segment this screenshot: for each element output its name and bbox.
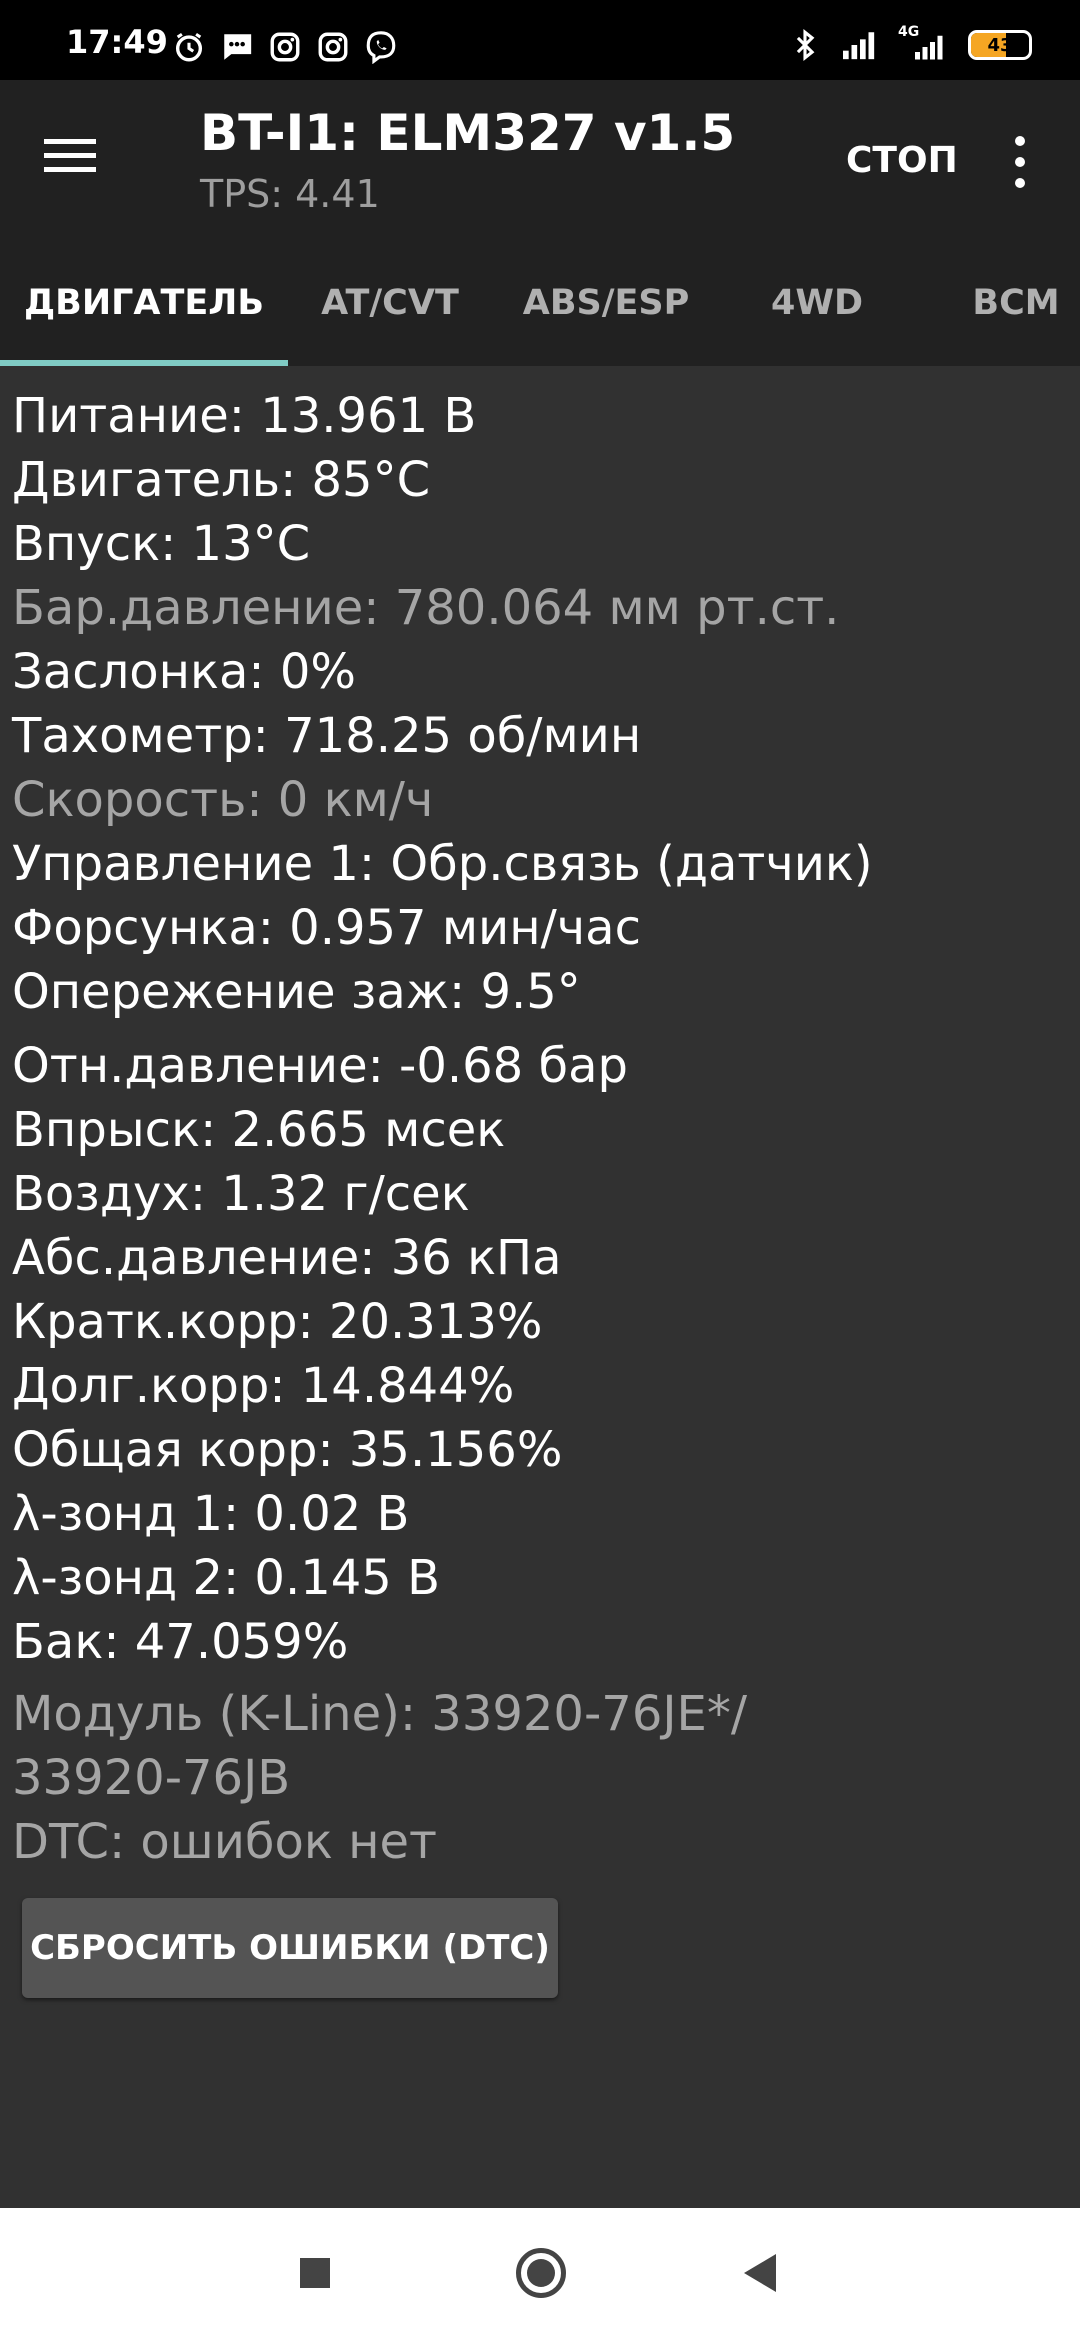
home-icon[interactable] [516, 2248, 566, 2298]
recents-icon[interactable] [300, 2258, 330, 2288]
app-screen: 17:49 4G 43 BT-I1: ELM327 v1.5 TPS: 4.41… [0, 0, 1080, 2340]
reading-lambda-2: λ-зонд 2: 0.145 В [12, 1550, 441, 1606]
tab-at-cvt[interactable]: AT/CVT [288, 240, 492, 366]
bluetooth-icon [796, 29, 815, 61]
module-line-2: 33920-76JB [12, 1750, 291, 1806]
instagram-icon [270, 32, 300, 62]
stop-button[interactable]: СТОП [846, 140, 958, 182]
signal-4g-icon: 4G [898, 24, 950, 62]
tab-engine[interactable]: ДВИГАТЕЛЬ [0, 240, 288, 366]
reading-control-mode: Управление 1: Обр.связь (датчик) [12, 836, 873, 892]
reading-voltage: Питание: 13.961 В [12, 388, 477, 444]
reading-short-trim: Кратк.корр: 20.313% [12, 1294, 543, 1350]
app-title: BT-I1: ELM327 v1.5 [200, 104, 736, 162]
reading-injector: Форсунка: 0.957 мин/час [12, 900, 641, 956]
reading-abs-pressure: Абс.давление: 36 кПа [12, 1230, 562, 1286]
app-bar: BT-I1: ELM327 v1.5 TPS: 4.41 СТОП [0, 80, 1080, 240]
reading-baro-pressure: Бар.давление: 780.064 мм рт.ст. [12, 580, 840, 636]
instagram-icon [318, 32, 348, 62]
reading-long-trim: Долг.корр: 14.844% [12, 1358, 515, 1414]
reading-throttle: Заслонка: 0% [12, 644, 356, 700]
module-line-1: Модуль (K-Line): 33920-76JE*/ [12, 1686, 748, 1742]
module-info: Модуль (K-Line): 33920-76JE*/ 33920-76JB… [12, 1682, 1072, 1874]
reading-total-trim: Общая корр: 35.156% [12, 1422, 563, 1478]
tab-bar: ДВИГАТЕЛЬ AT/CVT ABS/ESP 4WD BCM [0, 240, 1080, 366]
reading-fuel-tank: Бак: 47.059% [12, 1614, 349, 1670]
signal-icon [843, 32, 875, 60]
tab-bcm[interactable]: BCM [940, 240, 1080, 366]
viber-icon [366, 31, 396, 64]
menu-button[interactable] [44, 132, 104, 192]
reading-rpm: Тахометр: 718.25 об/мин [12, 708, 642, 764]
reading-engine-temp: Двигатель: 85°C [12, 452, 431, 508]
readings-list: Питание: 13.961 В Двигатель: 85°C Впуск:… [12, 384, 1072, 1874]
tab-4wd[interactable]: 4WD [736, 240, 898, 366]
status-bar: 17:49 4G 43 [0, 0, 1080, 80]
reading-air-flow: Воздух: 1.32 г/сек [12, 1166, 470, 1222]
notification-icons [172, 30, 398, 64]
battery-level: 43 [987, 34, 1013, 56]
reading-intake-temp: Впуск: 13°C [12, 516, 311, 572]
tab-abs-esp[interactable]: ABS/ESP [506, 240, 706, 366]
navigation-bar [0, 2208, 1080, 2340]
tab-indicator [0, 360, 288, 366]
reading-ignition-advance: Опережение заж: 9.5° [12, 964, 581, 1020]
reading-speed: Скорость: 0 км/ч [12, 772, 434, 828]
reading-lambda-1: λ-зонд 1: 0.02 В [12, 1486, 410, 1542]
reset-dtc-button[interactable]: СБРОСИТЬ ОШИБКИ (DTC) [22, 1898, 558, 1998]
app-subtitle: TPS: 4.41 [200, 172, 380, 216]
more-options-icon[interactable] [1000, 132, 1040, 192]
back-icon[interactable] [744, 2254, 776, 2292]
dtc-status: DTC: ошибок нет [12, 1814, 437, 1870]
alarm-icon [175, 32, 203, 62]
reading-injection: Впрыск: 2.665 мсек [12, 1102, 506, 1158]
status-time: 17:49 [66, 23, 168, 61]
message-icon [222, 34, 252, 60]
battery-icon: 43 [968, 30, 1032, 60]
reading-rel-pressure: Отн.давление: -0.68 бар [12, 1038, 628, 1094]
system-icons: 4G 43 [788, 24, 1032, 62]
